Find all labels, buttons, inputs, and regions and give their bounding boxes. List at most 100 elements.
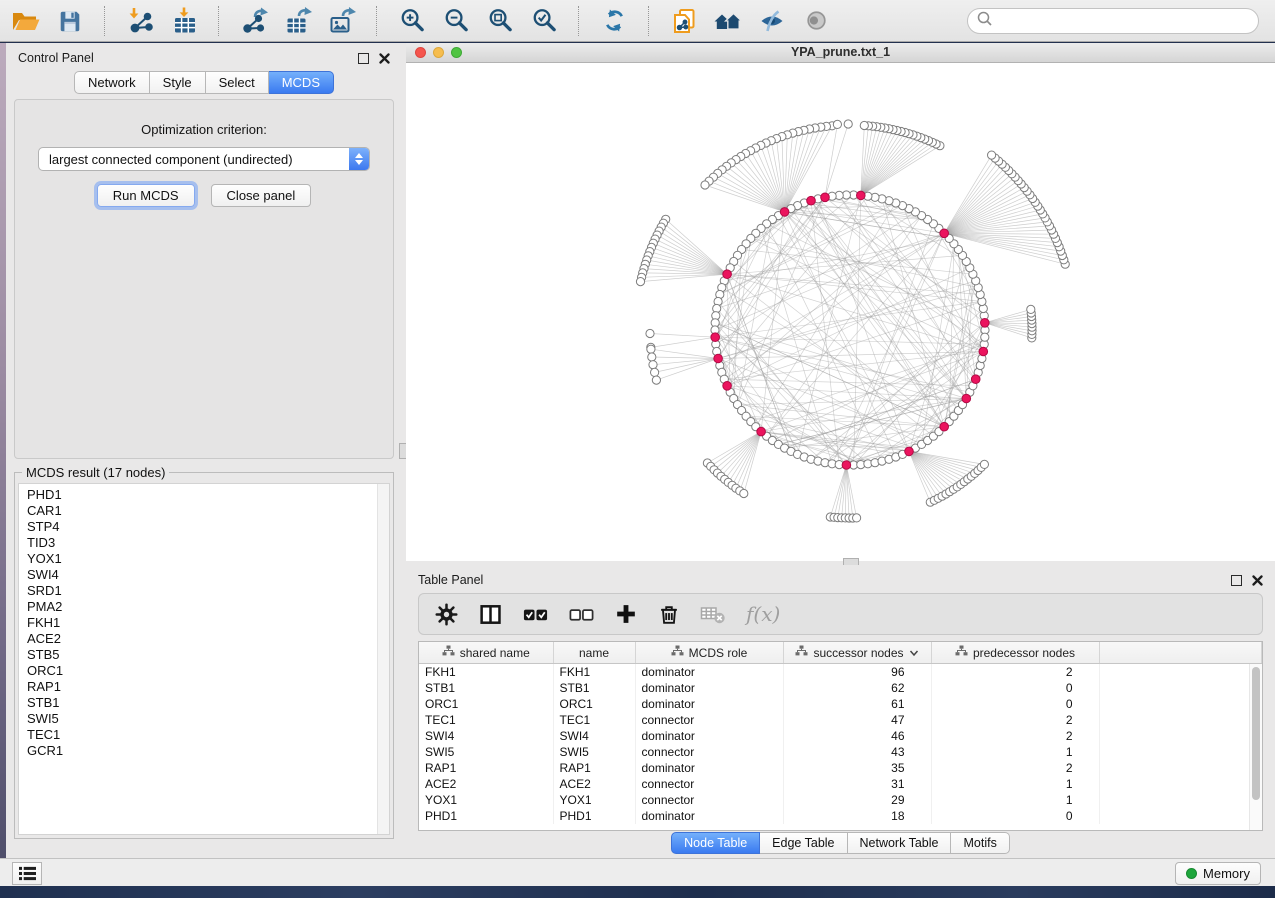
network-view[interactable] [406,63,1275,561]
zoom-selected-icon[interactable] [528,5,560,37]
cell-mcds_role[interactable]: dominator [635,696,783,712]
import-network-icon[interactable] [124,5,156,37]
network-node[interactable] [988,151,996,159]
mcds-result-item[interactable]: RAP1 [27,679,389,695]
network-node[interactable] [1027,305,1035,313]
export-table-icon[interactable] [282,5,314,37]
network-node[interactable] [833,120,841,128]
tab-node-table[interactable]: Node Table [671,832,760,854]
mcds-node[interactable] [714,354,723,363]
network-node[interactable] [860,121,868,129]
column-header-successor-nodes[interactable]: successor nodes [783,642,931,664]
mcds-result-item[interactable]: GCR1 [27,743,389,759]
columns-icon[interactable] [477,601,504,628]
cell-name[interactable]: TEC1 [553,712,635,728]
network-node[interactable] [980,460,988,468]
zoom-fit-icon[interactable] [484,5,516,37]
column-header-MCDS-role[interactable]: MCDS role [635,642,783,664]
cell-predecessor_nodes[interactable]: 2 [931,760,1099,776]
cell-shared_name[interactable]: STB1 [419,680,553,696]
tab-motifs[interactable]: Motifs [951,832,1009,854]
cell-shared_name[interactable]: ACE2 [419,776,553,792]
mcds-node[interactable] [723,270,732,279]
table-row[interactable]: STB1STB1dominator620 [419,680,1262,696]
network-node[interactable] [651,368,659,376]
network-node[interactable] [844,120,852,128]
mcds-result-item[interactable]: STB1 [27,695,389,711]
cell-shared_name[interactable]: ORC1 [419,696,553,712]
mcds-result-item[interactable]: STP4 [27,519,389,535]
cell-mcds_role[interactable]: dominator [635,664,783,681]
tab-network[interactable]: Network [74,71,150,94]
cell-mcds_role[interactable]: dominator [635,760,783,776]
mcds-node[interactable] [962,394,971,403]
run-mcds-button[interactable]: Run MCDS [97,184,195,207]
mcds-result-list[interactable]: PHD1CAR1STP4TID3YOX1SWI4SRD1PMA2FKH1ACE2… [18,483,390,835]
tab-network-table[interactable]: Network Table [848,832,952,854]
cell-successor_nodes[interactable]: 35 [783,760,931,776]
mcds-result-item[interactable]: SRD1 [27,583,389,599]
cell-shared_name[interactable]: RAP1 [419,760,553,776]
table-row[interactable]: TEC1TEC1connector472 [419,712,1262,728]
search-box[interactable] [967,8,1259,34]
close-panel-button[interactable]: Close panel [211,184,312,207]
mcds-result-item[interactable]: CAR1 [27,503,389,519]
table-row[interactable]: RAP1RAP1dominator352 [419,760,1262,776]
network-node[interactable] [646,329,654,337]
tab-select[interactable]: Select [206,71,269,94]
first-neighbors-icon[interactable] [712,5,744,37]
table-row[interactable]: SWI5SWI5connector431 [419,744,1262,760]
network-window-titlebar[interactable]: YPA_prune.txt_1 [406,43,1275,63]
network-node[interactable] [981,333,989,341]
mcds-result-item[interactable]: ORC1 [27,663,389,679]
cell-successor_nodes[interactable]: 47 [783,712,931,728]
hide-selected-icon[interactable] [756,5,788,37]
tab-edge-table[interactable]: Edge Table [760,832,847,854]
cell-shared_name[interactable]: SWI5 [419,744,553,760]
import-table-icon[interactable] [168,5,200,37]
mcds-node[interactable] [857,191,866,200]
cell-name[interactable]: SWI4 [553,728,635,744]
cell-mcds_role[interactable]: connector [635,744,783,760]
mcds-result-item[interactable]: SWI5 [27,711,389,727]
mcds-result-item[interactable]: TID3 [27,535,389,551]
table-row[interactable]: ORC1ORC1dominator610 [419,696,1262,712]
table-row[interactable]: FKH1FKH1dominator962 [419,664,1262,681]
cell-name[interactable]: ORC1 [553,696,635,712]
cell-successor_nodes[interactable]: 62 [783,680,931,696]
scrollbar-thumb[interactable] [1252,667,1260,800]
cell-predecessor_nodes[interactable]: 1 [931,792,1099,808]
mcds-node[interactable] [905,447,914,456]
mcds-node[interactable] [821,193,830,202]
cell-name[interactable]: ACE2 [553,776,635,792]
cell-predecessor_nodes[interactable]: 2 [931,664,1099,681]
mcds-result-item[interactable]: YOX1 [27,551,389,567]
select-all-icon[interactable] [521,601,550,628]
memory-button[interactable]: Memory [1175,862,1261,885]
cell-successor_nodes[interactable]: 61 [783,696,931,712]
network-node[interactable] [648,353,656,361]
mcds-node[interactable] [842,461,851,470]
mcds-result-item[interactable]: FKH1 [27,615,389,631]
network-node[interactable] [740,489,748,497]
mcds-node[interactable] [979,347,988,356]
export-network-icon[interactable] [238,5,270,37]
mcds-node[interactable] [780,208,789,217]
cell-name[interactable]: STB1 [553,680,635,696]
table-scrollbar[interactable] [1249,664,1262,830]
mcds-node[interactable] [940,229,949,238]
cell-shared_name[interactable]: TEC1 [419,712,553,728]
mcds-result-item[interactable]: ACE2 [27,631,389,647]
column-header-predecessor-nodes[interactable]: predecessor nodes [931,642,1099,664]
cell-predecessor_nodes[interactable]: 1 [931,744,1099,760]
cell-mcds_role[interactable]: dominator [635,728,783,744]
mcds-result-item[interactable]: PHD1 [27,487,389,503]
mcds-result-item[interactable]: SWI4 [27,567,389,583]
cell-name[interactable]: SWI5 [553,744,635,760]
close-panel-icon[interactable] [1252,575,1263,586]
cell-predecessor_nodes[interactable]: 2 [931,728,1099,744]
column-header-name[interactable]: name [553,642,635,664]
tab-style[interactable]: Style [150,71,206,94]
cell-successor_nodes[interactable]: 18 [783,808,931,824]
network-node[interactable] [647,345,655,353]
